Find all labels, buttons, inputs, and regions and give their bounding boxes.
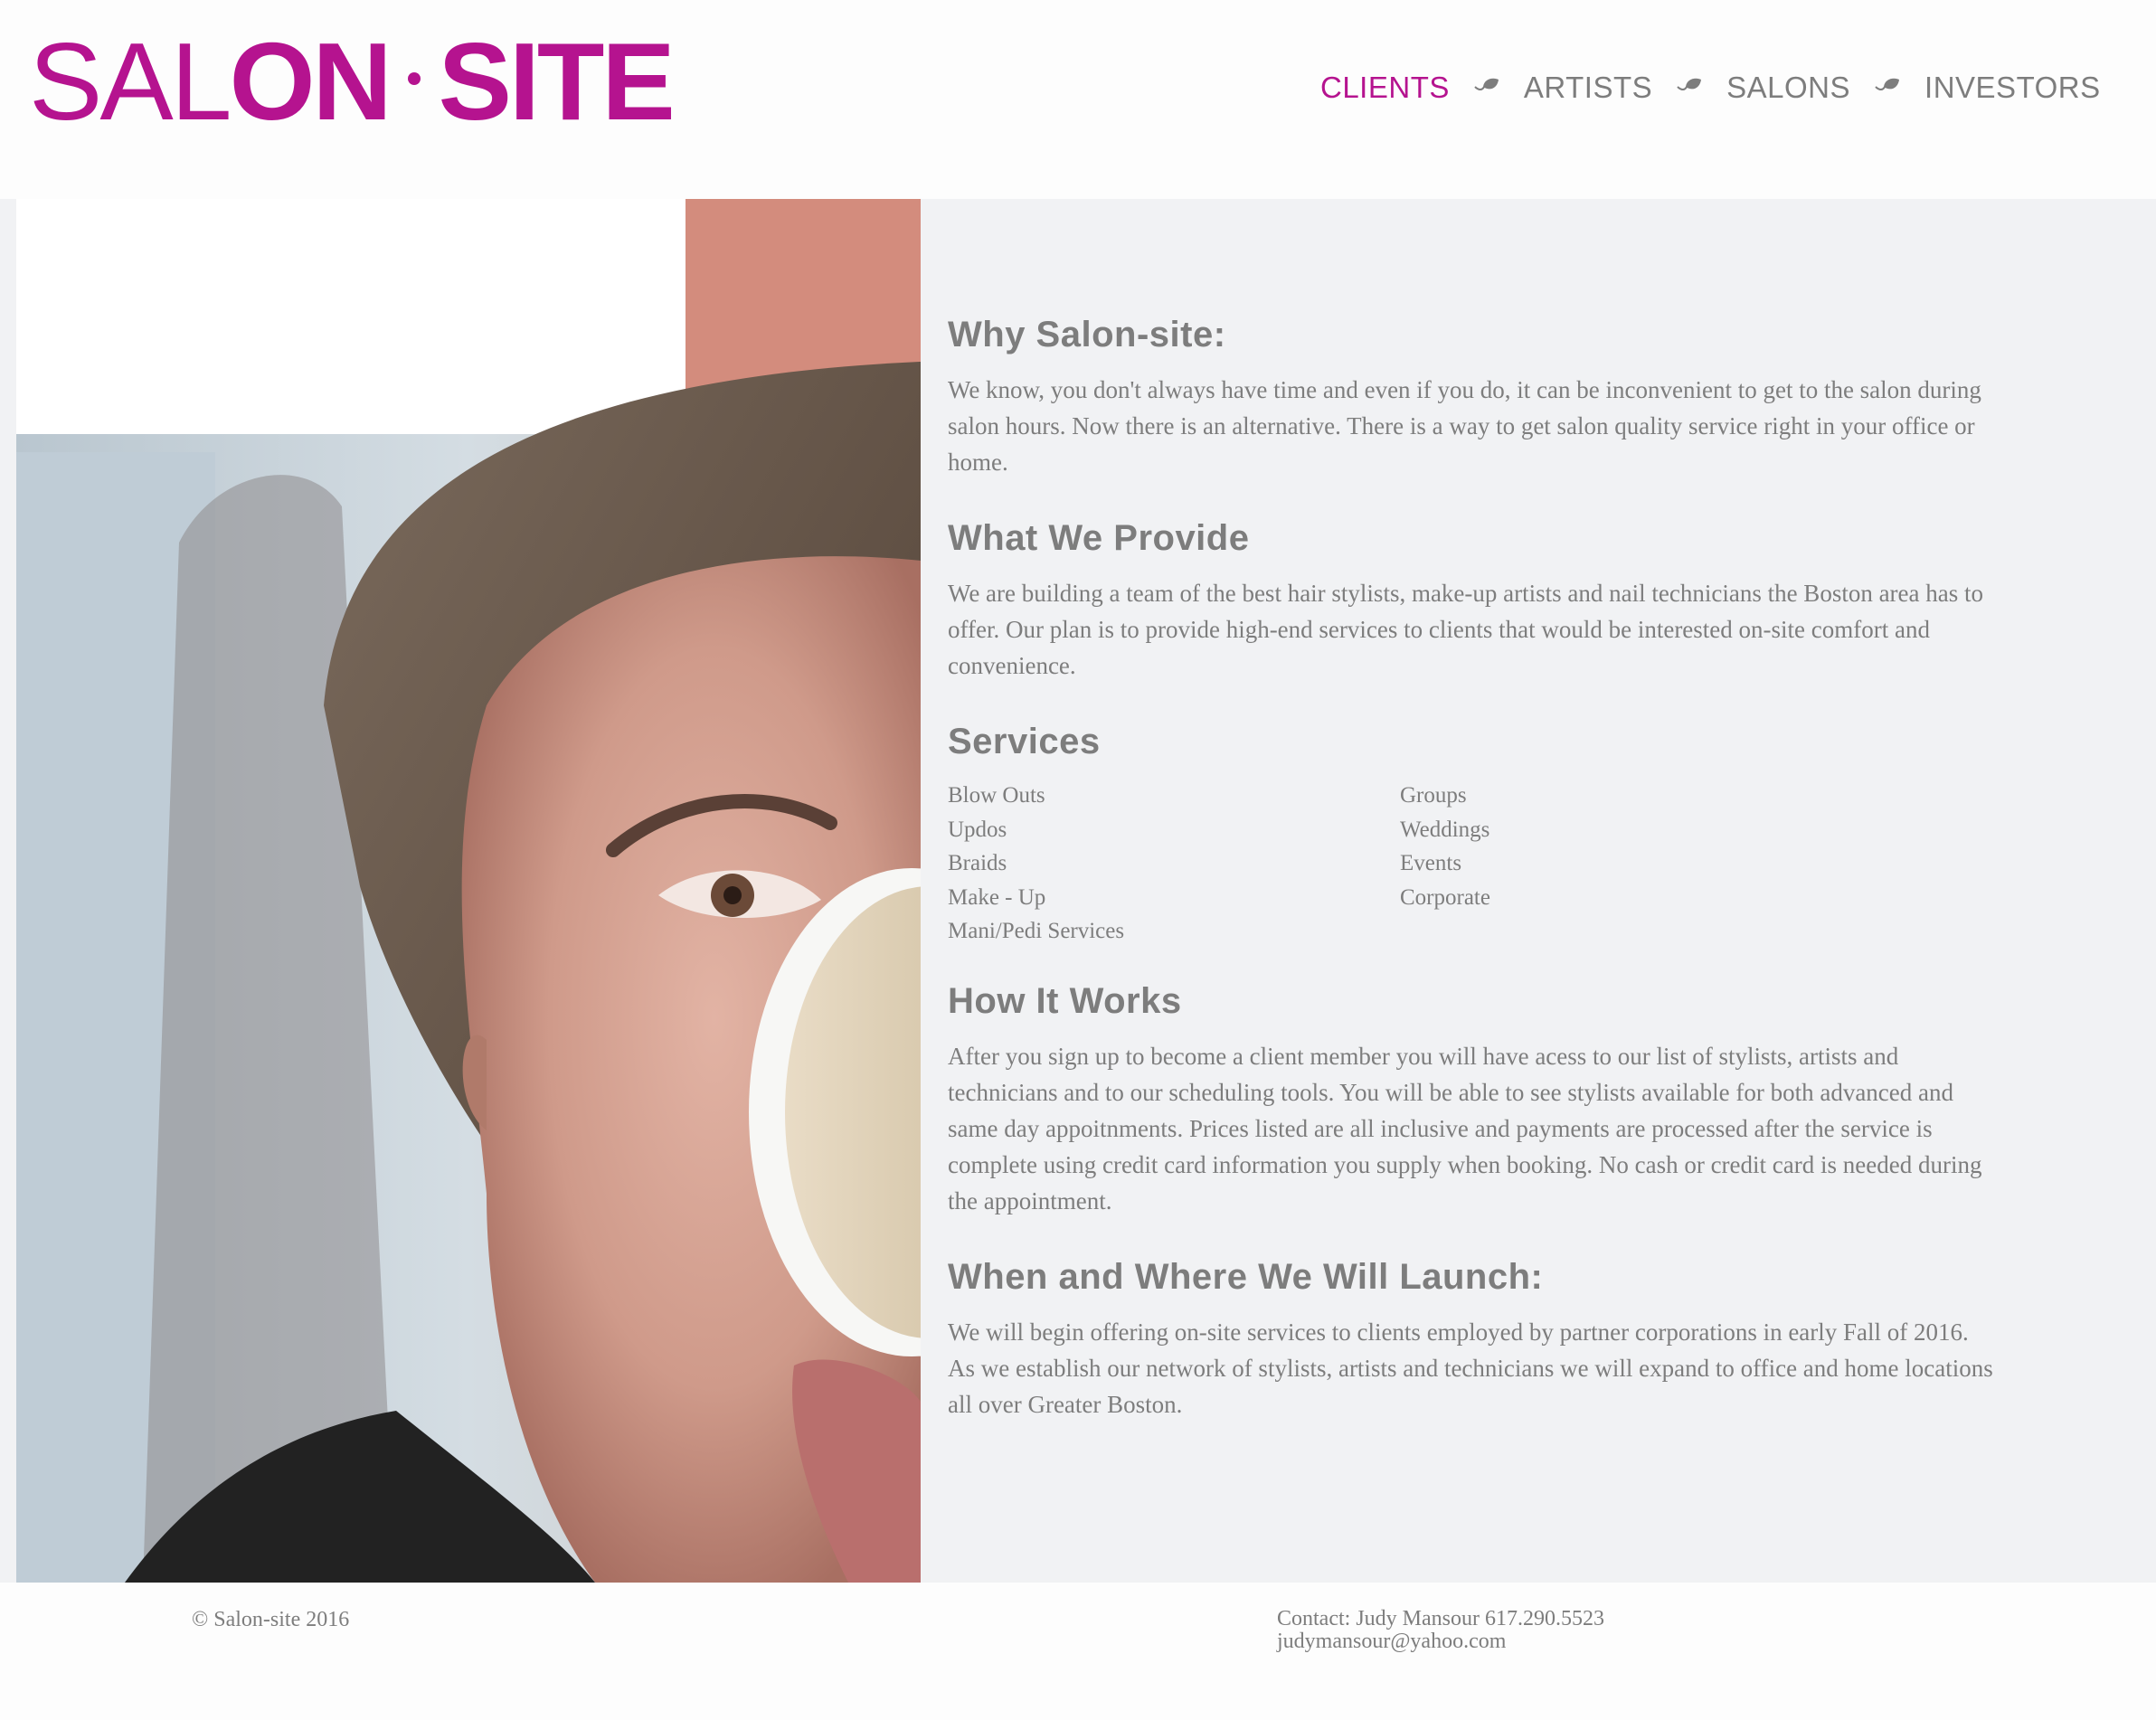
service-item: Corporate (1400, 884, 1490, 910)
info-panel: Why Salon-site: We know, you don't alway… (948, 315, 1997, 1460)
hero-photo-woman-with-coffee (16, 199, 921, 1583)
heading-provide: What We Provide (948, 518, 1250, 558)
service-item: Make - Up (948, 884, 1046, 910)
heading-launch: When and Where We Will Launch: (948, 1256, 1544, 1297)
leaf-separator-icon (1870, 74, 1905, 101)
contact-info: Contact: Judy Mansour 617.290.5523 judym… (1277, 1608, 1604, 1653)
leaf-separator-icon (1470, 74, 1504, 101)
service-item: Weddings (1400, 817, 1490, 842)
nav-investors[interactable]: INVESTORS (1924, 71, 2101, 105)
logo-dot-icon (390, 27, 439, 136)
paragraph-how: After you sign up to become a client mem… (948, 1042, 1982, 1214)
services-list: Blow Outs Updos Braids Make - Up Mani/Pe… (948, 779, 1997, 949)
paragraph-launch: We will begin offering on-site services … (948, 1318, 1993, 1418)
contact-line: Contact: Judy Mansour 617.290.5523 (1277, 1607, 1604, 1630)
service-item: Mani/Pedi Services (948, 919, 1125, 943)
site-header: SAL ON SITE CLIENTS ARTISTS SALONS INVESTO… (0, 0, 2156, 199)
services-column-left: Blow Outs Updos Braids Make - Up Mani/Pe… (948, 779, 1400, 949)
heading-why: Why Salon-site: (948, 315, 1226, 354)
nav-salons[interactable]: SALONS (1726, 71, 1850, 105)
service-item: Blow Outs (948, 783, 1045, 808)
heading-services: Services (948, 722, 1101, 761)
nav-artists[interactable]: ARTISTS (1524, 71, 1652, 105)
main-nav: CLIENTS ARTISTS SALONS INVESTORS (1320, 65, 2101, 110)
copyright-text: © Salon-site 2016 (192, 1608, 350, 1631)
heading-how: How It Works (948, 980, 1182, 1021)
service-item: Braids (948, 851, 1007, 875)
main-content: Why Salon-site: We know, you don't alway… (0, 199, 2156, 1583)
nav-clients[interactable]: CLIENTS (1320, 71, 1450, 105)
logo-text-site: SITE (438, 20, 676, 143)
service-item: Updos (948, 817, 1007, 842)
leaf-separator-icon (1672, 74, 1707, 101)
contact-email[interactable]: judymansour@yahoo.com (1277, 1630, 1604, 1653)
site-footer: © Salon-site 2016 Contact: Judy Mansour … (0, 1583, 2156, 1720)
services-column-right: Groups Weddings Events Corporate (1400, 779, 1852, 949)
paragraph-why: We know, you don't always have time and … (948, 376, 1981, 476)
salon-site-logo[interactable]: SAL ON SITE (29, 20, 676, 143)
logo-text-light: SAL (29, 20, 232, 143)
service-item: Events (1400, 851, 1462, 875)
logo-text-bold: ON (229, 20, 392, 143)
paragraph-provide: We are building a team of the best hair … (948, 580, 1984, 679)
service-item: Groups (1400, 783, 1467, 808)
